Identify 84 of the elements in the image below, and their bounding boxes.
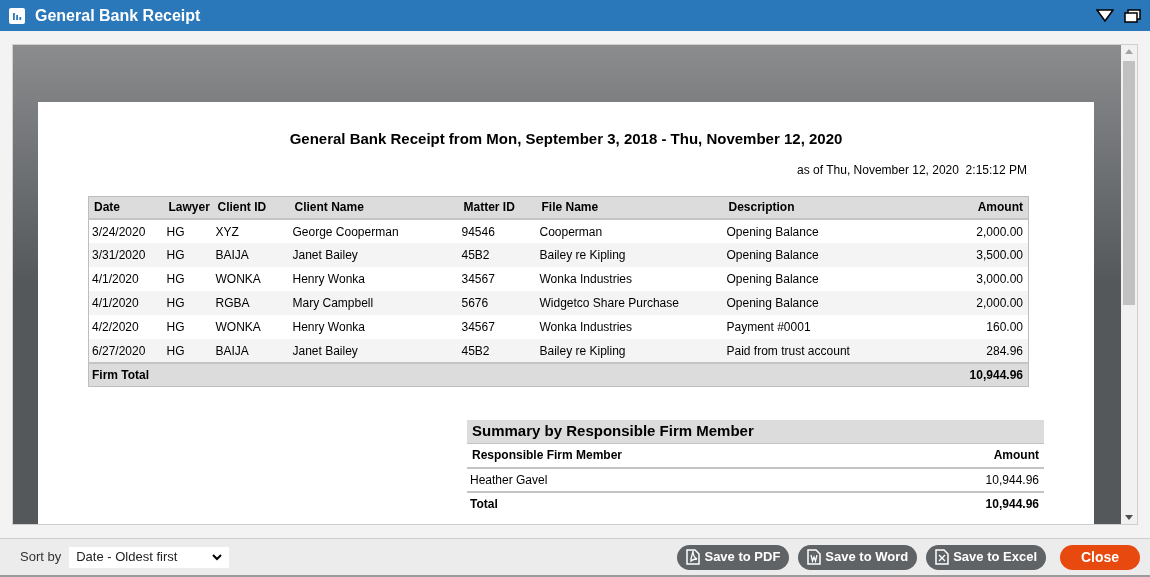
table-cell: 45B2 bbox=[458, 339, 537, 363]
sort-label: Sort by bbox=[20, 548, 62, 567]
table-cell: 45B2 bbox=[458, 243, 537, 267]
table-cell: 4/2/2020 bbox=[88, 315, 164, 339]
table-cell: Janet Bailey bbox=[289, 243, 459, 267]
table-cell: Heather Gavel bbox=[467, 467, 885, 492]
table-cell: HG bbox=[163, 219, 213, 243]
table-cell: 4/1/2020 bbox=[88, 267, 164, 291]
table-cell: RGBA bbox=[212, 291, 290, 315]
scrollbar[interactable] bbox=[1121, 45, 1137, 524]
table-cell: 3/24/2020 bbox=[88, 219, 164, 243]
table-cell: 3/31/2020 bbox=[88, 243, 164, 267]
chevron-down-icon bbox=[212, 553, 223, 561]
column-header: Description bbox=[723, 196, 924, 219]
document-icon bbox=[807, 549, 822, 565]
table-cell: Janet Bailey bbox=[289, 339, 459, 363]
table-cell: Opening Balance bbox=[723, 291, 924, 315]
save-pdf-button[interactable]: Save to PDF bbox=[677, 544, 790, 570]
column-header: Client ID bbox=[212, 196, 290, 219]
total-amount: 10,944.96 bbox=[923, 363, 1029, 386]
table-cell: Cooperman bbox=[536, 219, 724, 243]
save-excel-button[interactable]: Save to Excel bbox=[926, 544, 1046, 570]
total-amount: 10,944.96 bbox=[884, 491, 1044, 516]
restore-window-icon[interactable] bbox=[1124, 8, 1141, 23]
chart-icon bbox=[9, 7, 25, 24]
column-header: Client Name bbox=[289, 196, 459, 219]
table-cell: HG bbox=[163, 339, 213, 363]
table-cell: 6/27/2020 bbox=[88, 339, 164, 363]
table-cell: Opening Balance bbox=[723, 219, 924, 243]
column-header: Responsible Firm Member bbox=[467, 443, 885, 468]
column-header: Lawyer bbox=[163, 196, 213, 219]
total-label: Firm Total bbox=[88, 363, 924, 386]
column-header: Amount bbox=[923, 196, 1029, 219]
table-cell: HG bbox=[163, 291, 213, 315]
document-icon bbox=[935, 549, 950, 565]
sort-dropdown[interactable]: Date - Oldest first bbox=[69, 546, 230, 568]
table-cell: 10,944.96 bbox=[884, 467, 1044, 492]
table-cell: BAIJA bbox=[212, 339, 290, 363]
table-cell: XYZ bbox=[212, 219, 290, 243]
close-button[interactable]: Close bbox=[1060, 544, 1140, 570]
table-cell: Henry Wonka bbox=[289, 315, 459, 339]
save-word-button[interactable]: Save to Word bbox=[798, 544, 918, 570]
table-cell: WONKA bbox=[212, 315, 290, 339]
table-cell: Opening Balance bbox=[723, 243, 924, 267]
as-of-timestamp: as of Thu, November 12, 2020 2:15:12 PM bbox=[797, 161, 1027, 179]
table-cell: Wonka Industries bbox=[536, 267, 724, 291]
table-cell: Widgetco Share Purchase bbox=[536, 291, 724, 315]
table-cell: George Cooperman bbox=[289, 219, 459, 243]
table-cell: 3,000.00 bbox=[923, 267, 1029, 291]
scroll-down-icon[interactable] bbox=[1125, 515, 1133, 520]
column-header: Matter ID bbox=[458, 196, 537, 219]
table-cell: Henry Wonka bbox=[289, 267, 459, 291]
table-cell: HG bbox=[163, 315, 213, 339]
table-cell: Payment #0001 bbox=[723, 315, 924, 339]
table-cell: Wonka Industries bbox=[536, 315, 724, 339]
column-header: Amount bbox=[884, 443, 1044, 468]
total-label: Total bbox=[467, 491, 885, 516]
summary-title: Summary by Responsible Firm Member bbox=[472, 420, 754, 441]
table-cell: 284.96 bbox=[923, 339, 1029, 363]
table-cell: 5676 bbox=[458, 291, 537, 315]
column-header: File Name bbox=[536, 196, 724, 219]
table-cell: 160.00 bbox=[923, 315, 1029, 339]
scrollbar-thumb[interactable] bbox=[1123, 61, 1135, 305]
document-icon bbox=[686, 549, 701, 565]
column-header: Date bbox=[88, 196, 164, 219]
table-cell: WONKA bbox=[212, 267, 290, 291]
table-cell: 34567 bbox=[458, 267, 537, 291]
table-cell: Opening Balance bbox=[723, 267, 924, 291]
dropdown-arrow-icon[interactable] bbox=[1096, 9, 1114, 22]
report-title: General Bank Receipt from Mon, September 3, 2018 - Thu, November 12, 2020 bbox=[288, 129, 844, 149]
table-cell: 4/1/2020 bbox=[88, 291, 164, 315]
table-cell: Bailey re Kipling bbox=[536, 339, 724, 363]
table-cell: BAIJA bbox=[212, 243, 290, 267]
table-cell: HG bbox=[163, 243, 213, 267]
table-cell: 2,000.00 bbox=[923, 291, 1029, 315]
window-title: General Bank Receipt bbox=[35, 5, 201, 26]
table-cell: 2,000.00 bbox=[923, 219, 1029, 243]
table-cell: Bailey re Kipling bbox=[536, 243, 724, 267]
table-cell: HG bbox=[163, 267, 213, 291]
table-cell: 3,500.00 bbox=[923, 243, 1029, 267]
table-cell: 34567 bbox=[458, 315, 537, 339]
table-cell: 94546 bbox=[458, 219, 537, 243]
table-cell: Mary Campbell bbox=[289, 291, 459, 315]
table-cell: Paid from trust account bbox=[723, 339, 924, 363]
